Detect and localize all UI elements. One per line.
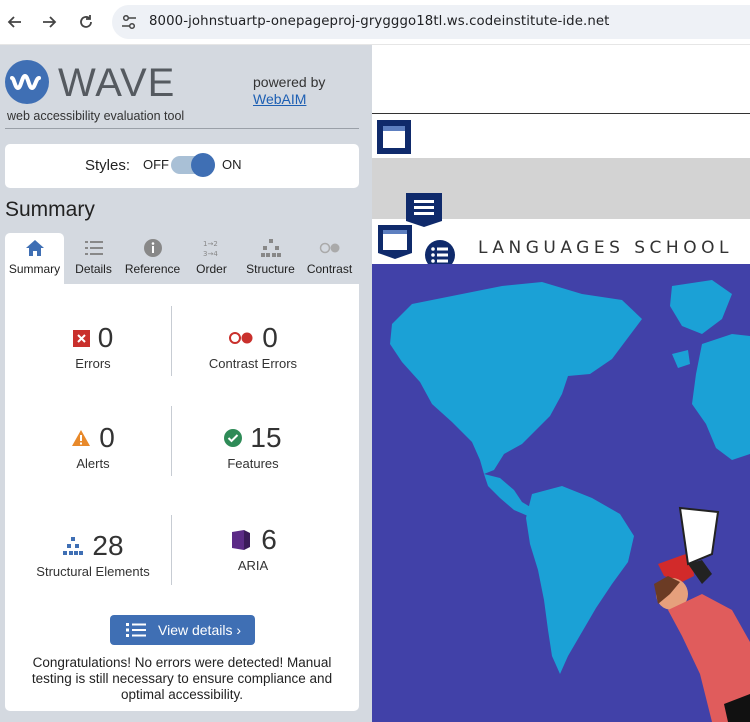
site-name[interactable]: LANGUAGES SCHOOL: [478, 238, 733, 258]
wave-logo-icon: [5, 60, 49, 104]
errors-count: 0: [97, 322, 114, 353]
contrast-error-icon: [229, 332, 253, 344]
reload-button[interactable]: [74, 10, 98, 34]
back-arrow-icon: [7, 16, 21, 28]
reload-icon: [80, 15, 92, 28]
url-text[interactable]: 8000-johnstuartp-onepageproj-grygggo18tl…: [149, 14, 609, 29]
tab-contrast[interactable]: Contrast: [300, 233, 359, 284]
structural-label: Structural Elements: [36, 564, 150, 579]
summary-heading: Summary: [5, 198, 95, 221]
view-details-button[interactable]: View details ›: [110, 615, 255, 645]
webaim-link[interactable]: WebAIM: [253, 91, 306, 107]
world-map-illustration: [390, 280, 750, 722]
divider: [5, 128, 359, 129]
alert-icon: [72, 430, 91, 446]
errors-metric[interactable]: 0 Errors: [13, 322, 173, 371]
info-icon: [143, 239, 162, 257]
address-bar[interactable]: 8000-johnstuartp-onepageproj-grygggo18tl…: [112, 5, 750, 39]
structural-metric[interactable]: 28 Structural Elements: [13, 530, 173, 579]
aria-metric[interactable]: 6 ARIA: [173, 524, 333, 573]
tab-label: Reference: [124, 262, 181, 276]
home-icon: [25, 240, 44, 256]
list-icon: [84, 241, 103, 255]
order-icon: 1→23→4: [203, 240, 218, 258]
list-icon: [126, 623, 146, 637]
tab-summary[interactable]: Summary: [5, 233, 64, 284]
back-button[interactable]: [3, 10, 27, 34]
tab-label: Order: [196, 262, 227, 276]
styles-toggle[interactable]: [171, 153, 215, 177]
tab-label: Structure: [246, 262, 295, 276]
tab-label: Details: [75, 262, 112, 276]
aria-label: ARIA: [237, 558, 269, 573]
tab-order[interactable]: 1→2 3→4 Order: [182, 233, 241, 284]
errors-label: Errors: [75, 356, 111, 371]
styles-toggle-box: Styles: OFF ON: [5, 144, 359, 188]
powered-by-text: powered by: [253, 74, 326, 90]
forward-button[interactable]: [37, 10, 61, 34]
svg-text:3→4: 3→4: [203, 250, 218, 258]
alerts-label: Alerts: [76, 456, 110, 471]
styles-off-label: OFF: [143, 157, 169, 172]
view-details-label: View details ›: [158, 622, 242, 638]
tab-bar: Summary Details Reference 1→2 3→4 Order S…: [5, 233, 359, 284]
feature-check-icon: [224, 429, 243, 447]
features-count: 15: [250, 422, 282, 453]
alerts-count: 0: [99, 422, 115, 453]
tab-reference[interactable]: Reference: [123, 233, 182, 284]
wave-region-icon[interactable]: [376, 119, 412, 155]
wave-panel: WAVE web accessibility evaluation tool p…: [0, 45, 372, 722]
tab-structure[interactable]: Structure: [241, 233, 300, 284]
contrast-errors-count: 0: [262, 322, 278, 353]
contrast-icon: [319, 242, 339, 254]
svg-text:1→2: 1→2: [203, 240, 218, 248]
wave-title: WAVE: [58, 61, 176, 105]
summary-content: 0 Errors 0 Contrast Errors 0 Alerts 15 F…: [5, 284, 359, 711]
aria-count: 6: [261, 524, 277, 555]
styles-on-label: ON: [222, 157, 242, 172]
tab-details[interactable]: Details: [64, 233, 123, 284]
site-top-area: [372, 45, 750, 114]
site-settings-icon[interactable]: [120, 13, 138, 31]
hero-world-map: [372, 264, 750, 722]
features-label: Features: [227, 456, 279, 471]
contrast-errors-metric[interactable]: 0 Contrast Errors: [173, 322, 333, 371]
contrast-errors-label: Contrast Errors: [208, 356, 298, 371]
tab-label: Summary: [8, 262, 61, 276]
alerts-metric[interactable]: 0 Alerts: [13, 422, 173, 471]
wave-region-icon[interactable]: [376, 223, 414, 261]
website-preview: LANGUAGES SCHOOL: [372, 45, 750, 722]
structure-icon: [63, 537, 84, 555]
features-metric[interactable]: 15 Features: [173, 422, 333, 471]
forward-arrow-icon: [43, 16, 57, 28]
structural-count: 28: [92, 530, 124, 561]
aria-icon: [232, 530, 251, 550]
error-icon: [72, 329, 90, 347]
structure-icon: [260, 239, 281, 257]
browser-toolbar: 8000-johnstuartp-onepageproj-grygggo18tl…: [0, 0, 750, 45]
tab-label: Contrast: [306, 262, 353, 276]
wave-subtitle: web accessibility evaluation tool: [7, 109, 185, 123]
styles-label: Styles:: [85, 157, 131, 174]
congratulations-message: Congratulations! No errors were detected…: [31, 655, 333, 702]
toggle-knob: [191, 153, 215, 177]
